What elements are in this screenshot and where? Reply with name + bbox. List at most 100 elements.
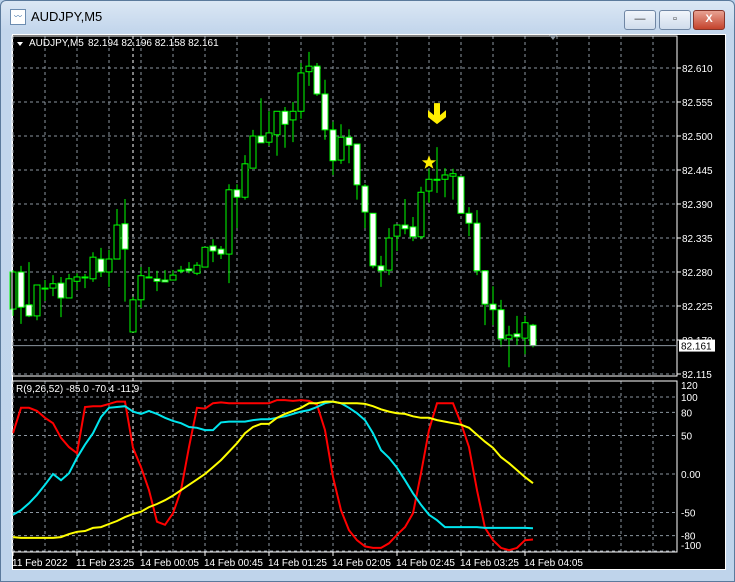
candle-bullish xyxy=(433,178,441,181)
candle-bullish xyxy=(137,275,145,301)
price-pane-border xyxy=(11,35,678,377)
candle-bearish xyxy=(529,324,537,347)
time-tick-label: 14 Feb 04:05 xyxy=(524,558,583,569)
price-tick-label: 82.555 xyxy=(682,98,713,109)
candle-bullish xyxy=(505,334,513,340)
indicator-tick-label: 120 xyxy=(681,381,698,392)
indicator-lines xyxy=(12,399,534,552)
down-arrow-marker-icon xyxy=(428,103,446,125)
candle-bullish xyxy=(249,135,257,169)
price-tick-label: 82.335 xyxy=(682,234,713,245)
candle-bullish xyxy=(33,284,41,317)
candle-bearish xyxy=(313,65,321,95)
candle-bearish xyxy=(513,333,521,338)
axes: 82.610 82.555 82.500 82.445 82.390 82.335 82.2… xyxy=(11,35,715,569)
indicator-tick-label: 80 xyxy=(681,408,693,419)
candle-bullish xyxy=(305,65,313,73)
candle-bearish xyxy=(369,212,377,267)
candle-bullish xyxy=(9,271,17,310)
candle-bearish xyxy=(401,224,409,230)
candle-bearish xyxy=(209,245,217,252)
candle-bearish xyxy=(153,278,161,282)
candle-bearish xyxy=(481,270,489,305)
chart-shift-marker[interactable] xyxy=(549,35,557,40)
candle-bullish xyxy=(241,163,249,198)
candle-bullish xyxy=(297,72,305,112)
time-tick-label: 14 Feb 00:05 xyxy=(140,558,199,569)
symbol-dropdown-icon[interactable] xyxy=(17,42,23,46)
candle-bullish xyxy=(81,276,89,279)
candle-bearish xyxy=(25,304,33,317)
candle-bearish xyxy=(377,265,385,272)
candle-bearish xyxy=(497,309,505,340)
candle-bullish xyxy=(289,110,297,121)
candles xyxy=(9,51,537,368)
candle-bearish xyxy=(457,176,465,214)
time-tick-label: 14 Feb 00:45 xyxy=(204,558,263,569)
candle-bullish xyxy=(49,283,57,289)
indicator-tick-label: 0.00 xyxy=(681,470,701,481)
candle-bullish xyxy=(337,136,345,161)
indicator-tick-label: 100 xyxy=(681,393,698,404)
candle-bearish xyxy=(409,226,417,238)
candle-bullish xyxy=(41,287,49,290)
price-tick-label: 82.390 xyxy=(682,200,713,211)
time-tick-label: 14 Feb 02:45 xyxy=(396,558,455,569)
candle-bearish xyxy=(57,282,65,299)
time-tick-label: 14 Feb 03:25 xyxy=(460,558,519,569)
last-price-label: 82.161 xyxy=(681,342,712,353)
time-tick-label: 11 Feb 2022 xyxy=(12,558,68,569)
candle-bullish xyxy=(417,191,425,238)
candle-bearish xyxy=(345,136,353,146)
candle-bullish xyxy=(393,224,401,237)
candle-bearish xyxy=(257,135,265,144)
price-tick-label: 82.610 xyxy=(682,64,713,75)
candle-bullish xyxy=(201,246,209,268)
candle-bullish xyxy=(177,269,185,272)
indicator-line-r52 xyxy=(12,400,534,539)
candle-bullish xyxy=(65,278,73,299)
candle-bearish xyxy=(465,212,473,224)
candle-bearish xyxy=(161,279,169,283)
candle-bullish xyxy=(193,264,201,274)
price-tick-label: 82.445 xyxy=(682,166,713,177)
candle-bearish xyxy=(321,93,329,131)
candle-bearish xyxy=(329,129,337,162)
candle-bullish xyxy=(113,224,121,260)
candle-bullish xyxy=(105,258,113,273)
indicator-label: R(9,26,52) -85.0 -70.4 -11.9 xyxy=(16,384,140,395)
candle-bullish xyxy=(425,178,433,192)
price-chart[interactable]: 82.610 82.555 82.500 82.445 82.390 82.335 82.2… xyxy=(0,0,735,582)
candle-bullish xyxy=(129,299,137,333)
candle-bullish xyxy=(385,237,393,271)
candle-bullish xyxy=(145,276,153,279)
candle-bullish xyxy=(169,274,177,281)
indicator-tick-label: -100 xyxy=(681,541,701,552)
time-tick-label: 14 Feb 01:25 xyxy=(268,558,327,569)
candle-bearish xyxy=(281,110,289,125)
candle-bearish xyxy=(121,223,129,250)
candle-bullish xyxy=(89,256,97,280)
indicator-tick-label: -50 xyxy=(681,509,696,520)
candle-bearish xyxy=(361,185,369,213)
candle-bullish xyxy=(73,276,81,282)
candle-bullish xyxy=(449,173,457,177)
candle-bearish xyxy=(473,222,481,272)
candle-bullish xyxy=(225,189,233,255)
candle-bullish xyxy=(521,322,529,339)
price-tick-label: 82.115 xyxy=(682,370,712,381)
time-tick-label: 11 Feb 23:25 xyxy=(76,558,135,569)
star-marker-icon xyxy=(421,155,437,169)
time-tick-label: 14 Feb 02:05 xyxy=(332,558,391,569)
price-tick-label: 82.280 xyxy=(682,268,713,279)
candle-bearish xyxy=(353,143,361,186)
symbol-label: AUDJPY,M5 xyxy=(29,38,84,49)
indicator-tick-label: 50 xyxy=(681,432,693,443)
candle-bearish xyxy=(185,268,193,272)
candle-bullish xyxy=(441,174,449,180)
candle-bullish xyxy=(273,110,281,136)
ohlc-readout: 82.194 82.196 82.158 82.161 xyxy=(88,38,219,49)
price-tick-label: 82.500 xyxy=(682,132,713,143)
candle-bearish xyxy=(489,303,497,311)
candle-bearish xyxy=(233,189,241,198)
